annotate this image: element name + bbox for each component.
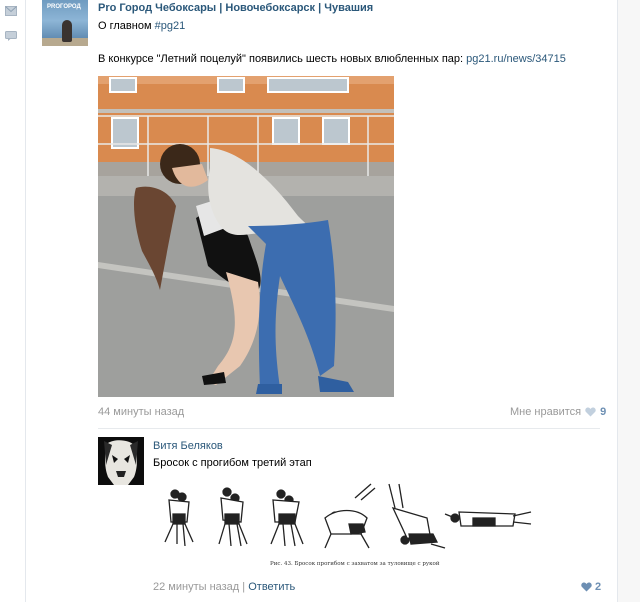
comment-text: Бросок с прогибом третий этап: [153, 457, 312, 469]
post-hashtag[interactable]: #pg21: [155, 20, 186, 32]
figure-caption: Рис. 43. Бросок прогибом с захватом за т…: [270, 561, 440, 567]
comment-like-button[interactable]: 2: [581, 581, 601, 593]
avatar-logo-text: PROГОРОД: [47, 4, 81, 10]
like-count: 9: [600, 406, 607, 418]
meta-separator: |: [242, 581, 246, 593]
comments-divider: [98, 428, 600, 429]
avatar-image: [98, 437, 144, 485]
left-rail: [0, 0, 22, 602]
post-photo[interactable]: [98, 76, 394, 397]
comment-icon[interactable]: [5, 31, 17, 41]
comment-like-count: 2: [595, 581, 602, 593]
post-subline: О главном #pg21: [98, 20, 185, 32]
photo-image: [98, 76, 394, 397]
heart-icon: [581, 582, 592, 592]
right-gutter: [618, 0, 640, 602]
comment-drawing[interactable]: [155, 478, 535, 570]
post-like-button[interactable]: Мне нравится 9: [510, 406, 606, 418]
group-avatar[interactable]: PROГОРОД: [42, 0, 88, 46]
frame-border-left: [25, 0, 26, 602]
mail-icon[interactable]: [5, 6, 17, 16]
post-text: В конкурсе "Летний поцелуй" появились ше…: [98, 53, 566, 65]
post-body: В конкурсе "Летний поцелуй" появились ше…: [98, 53, 464, 65]
wrestling-throw-illustration: [164, 483, 532, 549]
post-timestamp[interactable]: 44 минуты назад: [98, 406, 184, 418]
like-label: Мне нравится: [510, 406, 582, 418]
reply-button[interactable]: Ответить: [248, 581, 295, 593]
comment-timestamp[interactable]: 22 минуты назад: [153, 581, 239, 593]
comment-author-link[interactable]: Витя Беляков: [153, 440, 223, 452]
post-section: О главном: [98, 20, 152, 32]
comment-meta: 22 минуты назад | Ответить: [153, 581, 295, 593]
comment-avatar[interactable]: [98, 437, 144, 485]
post-author-link[interactable]: Pro Город Чебоксары | Новочебоксарск | Ч…: [98, 2, 373, 14]
heart-icon: [585, 407, 596, 417]
post-link[interactable]: pg21.ru/news/34715: [466, 53, 566, 65]
